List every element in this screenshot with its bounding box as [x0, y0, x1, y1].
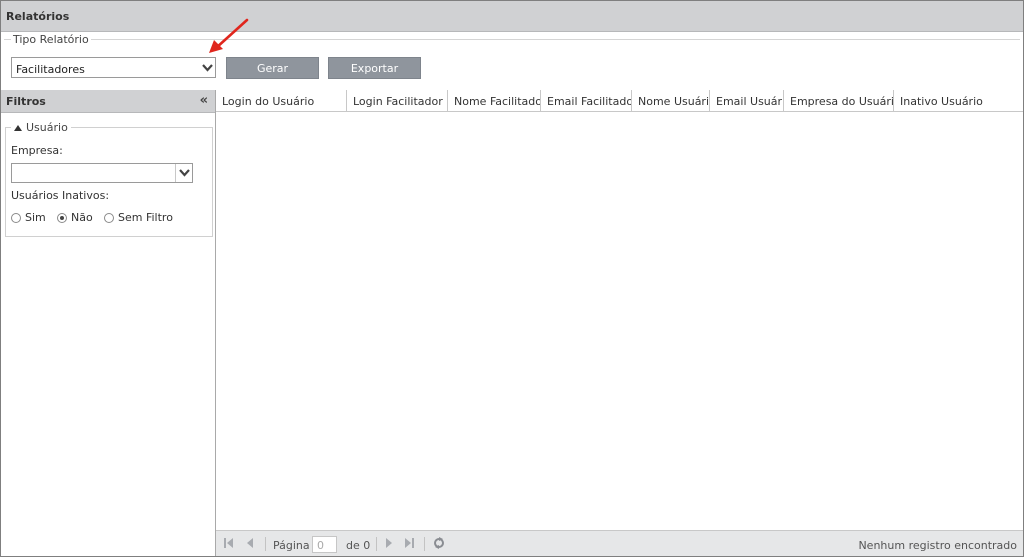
last-page-icon[interactable]	[404, 538, 414, 551]
column-header[interactable]: Inativo Usuário	[894, 90, 1023, 111]
user-group-legend[interactable]: Usuário	[11, 121, 71, 134]
pager-status: Nenhum registro encontrado	[858, 539, 1017, 552]
column-header[interactable]: Login do Usuário	[216, 90, 347, 111]
grid-header: Login do Usuário Login Facilitador Nome …	[216, 90, 1023, 112]
user-group-label: Usuário	[26, 121, 68, 134]
first-page-icon[interactable]	[224, 538, 234, 551]
page-label: Página	[273, 539, 310, 552]
refresh-icon[interactable]	[433, 537, 445, 552]
inactive-users-label: Usuários Inativos:	[11, 189, 110, 202]
filters-sidebar: Filtros « Usuário Empresa: Usuários Inat…	[1, 90, 216, 556]
triangle-up-icon	[14, 124, 22, 131]
company-select[interactable]	[11, 163, 193, 183]
page-number-input[interactable]: 0	[312, 536, 337, 553]
app-window: Relatórios Tipo Relatório Facilitadores …	[0, 0, 1024, 557]
title-bar: Relatórios	[1, 1, 1023, 32]
radio-sim[interactable]: Sim	[11, 211, 46, 224]
radio-sim-label: Sim	[25, 211, 46, 224]
radio-circle[interactable]	[11, 212, 21, 223]
annotation-arrow-icon	[209, 18, 249, 53]
filters-header: Filtros «	[1, 90, 215, 113]
pager-separator	[376, 537, 377, 551]
column-header[interactable]: Email Usuário	[710, 90, 784, 111]
radio-sem-filtro-label: Sem Filtro	[118, 211, 173, 224]
company-label: Empresa:	[11, 144, 63, 157]
report-type-legend: Tipo Relatório	[11, 33, 91, 46]
page-count-label: de 0	[346, 539, 371, 552]
report-type-select[interactable]: Facilitadores	[11, 57, 216, 78]
chevron-down-icon[interactable]	[175, 164, 192, 182]
filters-title: Filtros	[6, 95, 46, 108]
generate-button[interactable]: Gerar	[226, 57, 319, 79]
page-title: Relatórios	[6, 10, 70, 23]
column-header[interactable]: Email Facilitador	[541, 90, 632, 111]
report-type-value: Facilitadores	[16, 63, 85, 76]
pager-bar: Página 0 de 0 Nenhum registro encontrado	[216, 530, 1023, 556]
report-type-fieldset-border	[4, 39, 1020, 40]
column-header[interactable]: Nome Usuário	[632, 90, 710, 111]
radio-circle[interactable]	[104, 212, 114, 223]
column-header[interactable]: Nome Facilitador	[448, 90, 541, 111]
radio-nao[interactable]: Não	[57, 211, 93, 224]
pager-separator	[265, 537, 266, 551]
radio-nao-label: Não	[71, 211, 93, 224]
radio-sem-filtro[interactable]: Sem Filtro	[104, 211, 173, 224]
collapse-sidebar-icon[interactable]: «	[200, 93, 208, 108]
prev-page-icon[interactable]	[246, 538, 254, 551]
column-header[interactable]: Empresa do Usuário	[784, 90, 894, 111]
export-button[interactable]: Exportar	[328, 57, 421, 79]
next-page-icon[interactable]	[385, 538, 393, 551]
radio-circle-selected[interactable]	[57, 212, 67, 223]
chevron-down-icon[interactable]	[199, 58, 215, 77]
report-grid: Login do Usuário Login Facilitador Nome …	[216, 90, 1023, 556]
pager-separator	[424, 537, 425, 551]
column-header[interactable]: Login Facilitador	[347, 90, 448, 111]
